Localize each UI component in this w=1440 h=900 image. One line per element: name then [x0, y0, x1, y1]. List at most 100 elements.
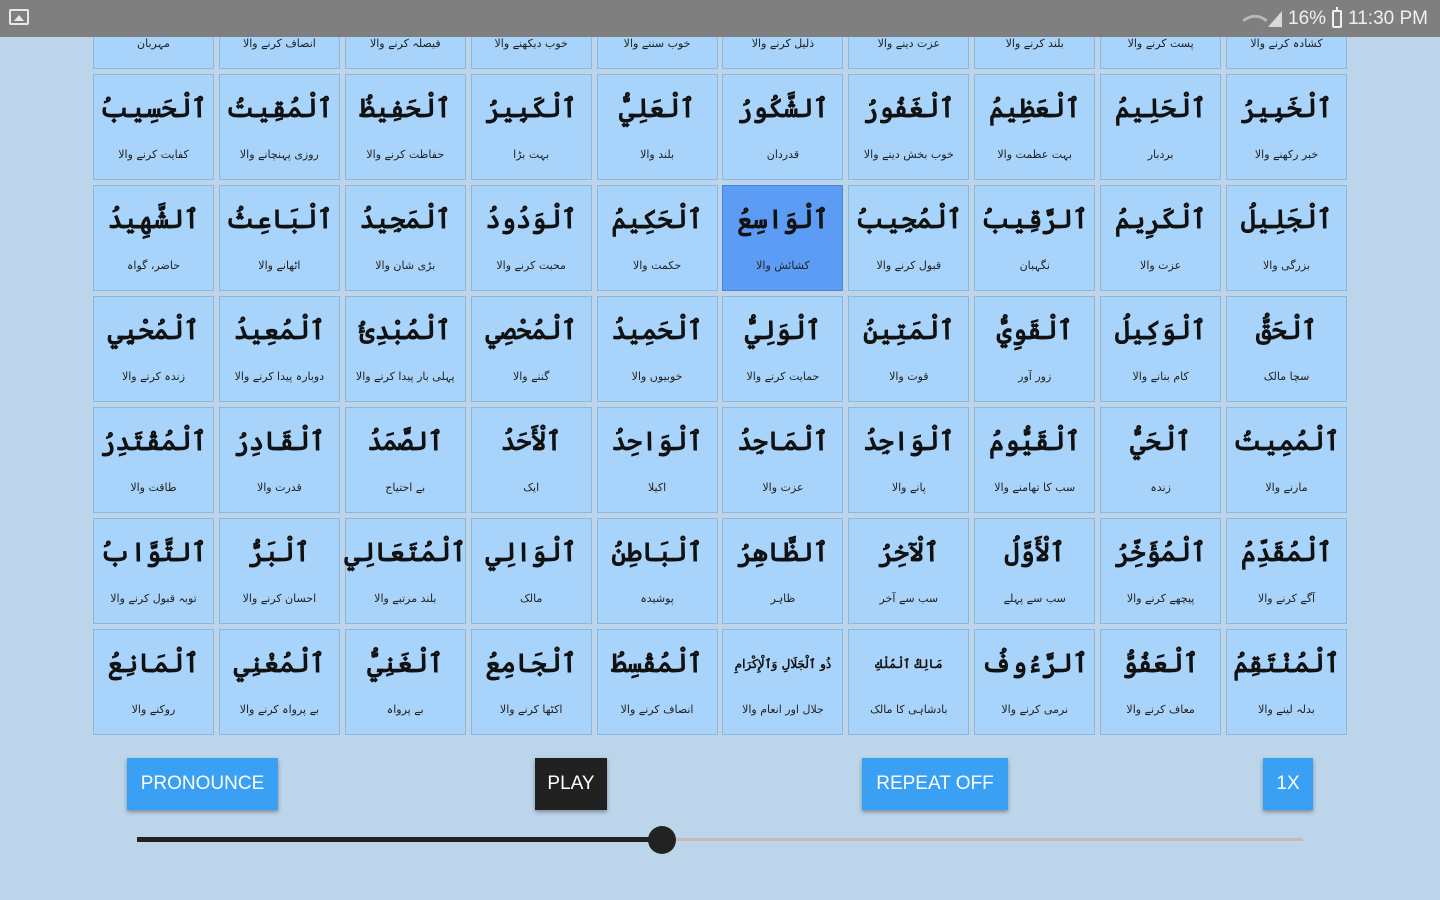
- urdu-meaning: فیصلہ کرنے والا: [369, 37, 441, 50]
- name-cell[interactable]: عزت دینے والا: [848, 37, 970, 69]
- name-cell[interactable]: ٱلْوَاسِعُ کشائش والا: [722, 185, 844, 291]
- name-cell[interactable]: ٱلْمُؤَخِّرُ پیچھے کرنے والا: [1100, 518, 1222, 624]
- urdu-meaning: قدردان: [766, 148, 800, 161]
- urdu-meaning: بہت بڑا: [513, 148, 550, 161]
- name-cell[interactable]: انصاف کرنے والا: [218, 37, 340, 69]
- name-cell[interactable]: خوب سننے والا: [596, 37, 718, 69]
- name-cell[interactable]: ٱلْحَيُّ زندہ: [1100, 407, 1222, 513]
- name-cell[interactable]: ٱلْمُغْنِي بے پرواہ کرنے والا: [218, 629, 340, 735]
- name-cell[interactable]: ٱلْمُجِيبُ قبول کرنے والا: [848, 185, 970, 291]
- arabic-name: ٱلْمُحْصِي: [485, 316, 577, 346]
- name-cell[interactable]: ٱلْحَمِيدُ خوبیوں والا: [596, 296, 718, 402]
- name-cell[interactable]: ٱلْبَاعِثُ اٹھانے والا: [218, 185, 340, 291]
- name-cell[interactable]: ٱلْوَاجِدُ پانے والا: [848, 407, 970, 513]
- name-cell[interactable]: ٱلْمُقَدِّمُ آگے کرنے والا: [1226, 518, 1348, 624]
- arabic-name: ٱلتَّوَّابُ: [100, 538, 207, 568]
- name-cell[interactable]: ٱلرَّقِيبُ نگہبان: [974, 185, 1096, 291]
- slider-thumb[interactable]: [647, 826, 676, 854]
- name-cell[interactable]: ٱلرَّءُوفُ نرمی کرنے والا: [974, 629, 1096, 735]
- name-cell[interactable]: ٱلْجَامِعُ اکٹھا کرنے والا: [470, 629, 592, 735]
- name-cell[interactable]: ٱلْعَظِيمُ بہت عظمت والا: [974, 74, 1096, 180]
- name-cell[interactable]: ٱلْقَادِرُ قدرت والا: [218, 407, 340, 513]
- urdu-meaning: سچا مالک: [1263, 370, 1310, 383]
- urdu-meaning: قدرت والا: [256, 481, 302, 494]
- name-cell[interactable]: ٱلْكَرِيمُ عزت والا: [1100, 185, 1222, 291]
- name-cell[interactable]: ٱلْمُنْتَقِمُ بدلہ لینے والا: [1226, 629, 1348, 735]
- names-grid-viewport[interactable]: مہربان انصاف کرنے والا فیصلہ کرنے والا خوب …: [93, 37, 1348, 755]
- urdu-meaning: دوبارہ پیدا کرنے والا: [234, 370, 325, 383]
- name-cell[interactable]: ٱلْمُتَعَالِي بلند مرتبے والا: [344, 518, 466, 624]
- name-cell[interactable]: ٱلْوَالِي مالک: [470, 518, 592, 624]
- name-cell[interactable]: ٱلْمَاجِدُ عزت والا: [722, 407, 844, 513]
- name-cell[interactable]: ٱلْوَكِيلُ کام بنانے والا: [1100, 296, 1222, 402]
- name-cell[interactable]: مَالِكُ ٱلْمُلْكِ بادشاہی کا مالک: [848, 629, 970, 735]
- name-cell[interactable]: ٱلْمَانِعُ روکنے والا: [93, 629, 214, 735]
- name-cell[interactable]: ٱلْغَفُورُ خوب بخش دینے والا: [848, 74, 970, 180]
- name-cell[interactable]: ٱلْحَلِيمُ بردبار: [1100, 74, 1222, 180]
- name-cell[interactable]: ٱلشَّهِيدُ حاضر، گواہ: [93, 185, 214, 291]
- urdu-meaning: پہلی بار پیدا کرنے والا: [355, 370, 455, 383]
- name-cell[interactable]: پست کرنے والا: [1100, 37, 1222, 69]
- name-cell[interactable]: کشادہ کرنے والا: [1226, 37, 1348, 69]
- name-cell[interactable]: ٱلْقَيُّومُ سب کا تھامنے والا: [974, 407, 1096, 513]
- name-cell[interactable]: ٱلْبَرُّ احسان کرنے والا: [218, 518, 340, 624]
- urdu-meaning: بزرگی والا: [1263, 259, 1311, 272]
- name-cell[interactable]: ٱلْمُبْدِئُ پہلی بار پیدا کرنے والا: [344, 296, 466, 402]
- arabic-name: ٱلْمُقِيتُ: [226, 94, 333, 124]
- name-cell[interactable]: ٱلْوَلِيُّ حمایت کرنے والا: [722, 296, 844, 402]
- name-cell[interactable]: ٱلْمَتِينُ قوت والا: [848, 296, 970, 402]
- name-cell[interactable]: ٱلْمُقِيتُ روزی پہنچانے والا: [218, 74, 340, 180]
- name-cell[interactable]: ٱلْمُقْسِطُ انصاف کرنے والا: [596, 629, 718, 735]
- name-cell[interactable]: ٱلشَّكُورُ قدردان: [722, 74, 844, 180]
- urdu-meaning: قبول کرنے والا: [876, 259, 942, 272]
- name-cell[interactable]: ٱلْأَوَّلُ سب سے پہلے: [974, 518, 1096, 624]
- name-cell[interactable]: ٱلْقَوِيُّ زور آور: [974, 296, 1096, 402]
- name-cell[interactable]: ٱلْجَلِيلُ بزرگی والا: [1226, 185, 1348, 291]
- name-cell[interactable]: ٱلْمُعِيدُ دوبارہ پیدا کرنے والا: [218, 296, 340, 402]
- name-cell[interactable]: ٱلْحَفِيظُ حفاظت کرنے والا: [344, 74, 466, 180]
- name-cell[interactable]: ٱلْحَسِيبُ کفایت کرنے والا: [93, 74, 214, 180]
- name-cell[interactable]: ٱلتَّوَّابُ توبہ قبول کرنے والا: [93, 518, 214, 624]
- name-cell[interactable]: خوب دیکھنے والا: [470, 37, 592, 69]
- name-cell[interactable]: ٱلْخَبِيرُ خبر رکھنے والا: [1226, 74, 1348, 180]
- name-cell[interactable]: ٱلْوَدُودُ محبت کرنے والا: [470, 185, 592, 291]
- name-cell[interactable]: بلند کرنے والا: [974, 37, 1096, 69]
- arabic-name: ٱلْمَجِيدُ: [359, 205, 451, 235]
- name-cell[interactable]: ذلیل کرنے والا: [722, 37, 844, 69]
- name-cell[interactable]: ٱلْوَاحِدُ اکیلا: [596, 407, 718, 513]
- urdu-meaning: نرمی کرنے والا: [1001, 703, 1069, 716]
- name-cell[interactable]: ٱلْعَلِيُّ بلند والا: [596, 74, 718, 180]
- urdu-meaning: ایک: [523, 481, 540, 494]
- name-cell[interactable]: ٱلْكَبِيرُ بہت بڑا: [470, 74, 592, 180]
- urdu-meaning: عزت دینے والا: [877, 37, 941, 50]
- name-cell[interactable]: ٱلْمُقْتَدِرُ طاقت والا: [93, 407, 214, 513]
- name-cell[interactable]: ٱلْأَحَدُ ایک: [470, 407, 592, 513]
- name-cell[interactable]: ٱلْمُحْصِي گننے والا: [470, 296, 592, 402]
- name-cell[interactable]: فیصلہ کرنے والا: [344, 37, 466, 69]
- repeat-button[interactable]: REPEAT OFF: [862, 758, 1008, 810]
- name-cell[interactable]: ٱلْحَقُّ سچا مالک: [1226, 296, 1348, 402]
- progress-slider[interactable]: [137, 826, 1303, 854]
- name-cell[interactable]: ٱلظَّاهِرُ ظاہر: [722, 518, 844, 624]
- name-cell[interactable]: ٱلْمَجِيدُ بڑی شان والا: [344, 185, 466, 291]
- urdu-meaning: کام بنانے والا: [1132, 370, 1189, 383]
- arabic-name: ٱلْوَاجِدُ: [863, 427, 955, 457]
- name-cell[interactable]: مہربان: [93, 37, 214, 69]
- urdu-meaning: عزت والا: [1140, 259, 1182, 272]
- pronounce-button[interactable]: PRONOUNCE: [127, 758, 278, 810]
- play-button[interactable]: PLAY: [535, 758, 607, 810]
- urdu-meaning: آگے کرنے والا: [1257, 592, 1316, 605]
- name-cell[interactable]: ٱلْآخِرُ سب سے آخر: [848, 518, 970, 624]
- name-cell[interactable]: ٱلْحَكِيمُ حکمت والا: [596, 185, 718, 291]
- name-cell[interactable]: ٱلصَّمَدُ بے احتیاج: [344, 407, 466, 513]
- urdu-meaning: پست کرنے والا: [1127, 37, 1194, 50]
- urdu-meaning: بڑی شان والا: [375, 259, 436, 272]
- urdu-meaning: معاف کرنے والا: [1126, 703, 1195, 716]
- name-cell[interactable]: ذُو ٱلْجَلَالِ وَٱلْإِكْرَامِ جلال اور ان…: [722, 629, 844, 735]
- speed-button[interactable]: 1X: [1263, 758, 1313, 810]
- name-cell[interactable]: ٱلْمُمِيتُ مارنے والا: [1226, 407, 1348, 513]
- name-cell[interactable]: ٱلْبَاطِنُ پوشیدہ: [596, 518, 718, 624]
- name-cell[interactable]: ٱلْمُحْيِي زندہ کرنے والا: [93, 296, 214, 402]
- name-cell[interactable]: ٱلْعَفُوُّ معاف کرنے والا: [1100, 629, 1222, 735]
- name-cell[interactable]: ٱلْغَنِيُّ بے پرواہ: [344, 629, 466, 735]
